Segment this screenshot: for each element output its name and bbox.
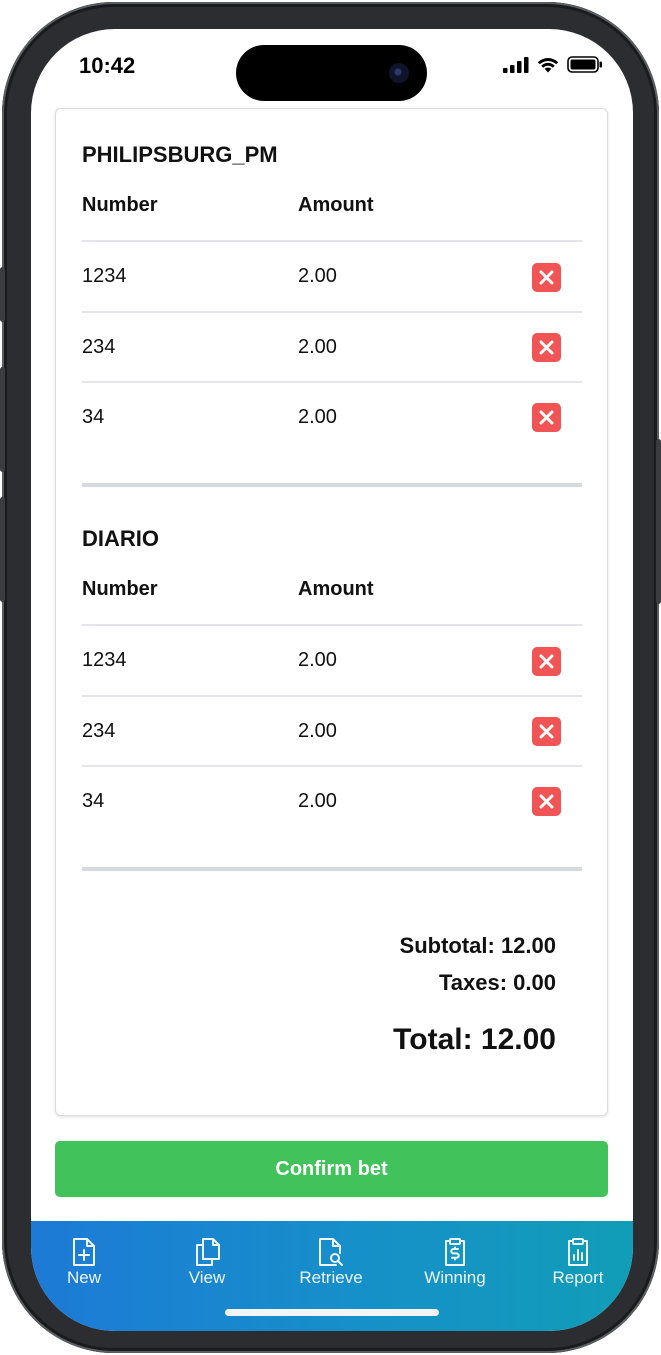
delete-row-button[interactable]: [532, 787, 561, 816]
taxes-text: Taxes: 0.00: [438, 970, 556, 995]
dollar-doc-icon: [445, 1238, 465, 1266]
delete-row-button[interactable]: [532, 263, 561, 292]
screen: 10:42 PHILIPSBURG_PM Number Amount 1234 …: [31, 29, 633, 1331]
row-divider: [82, 695, 582, 697]
row-divider: [82, 381, 582, 383]
volume-down-button: [0, 497, 5, 602]
section-divider: [82, 483, 582, 487]
column-header-number: Number: [82, 194, 158, 216]
battery-icon: [567, 56, 602, 73]
close-icon: [539, 410, 554, 425]
files-copy-icon: [196, 1238, 220, 1266]
close-icon: [539, 270, 554, 285]
header-divider: [82, 624, 582, 626]
phone-frame: 10:42 PHILIPSBURG_PM Number Amount 1234 …: [0, 2, 661, 1353]
row-amount: 2.00: [298, 406, 337, 428]
nav-label-report: Report: [552, 1268, 604, 1287]
nav-item-new[interactable]: New: [34, 1237, 134, 1288]
delete-row-button[interactable]: [532, 403, 561, 432]
row-number: 1234: [82, 265, 127, 287]
delete-row-button[interactable]: [532, 647, 561, 676]
section-title: DIARIO: [82, 526, 159, 551]
row-number: 1234: [82, 649, 127, 671]
nav-label-retrieve: Retrieve: [299, 1268, 363, 1287]
delete-row-button[interactable]: [532, 717, 561, 746]
row-number: 34: [82, 790, 105, 812]
file-search-icon: [319, 1238, 343, 1266]
column-header-amount: Amount: [298, 194, 374, 216]
row-divider: [82, 765, 582, 767]
header-divider: [82, 240, 582, 242]
row-amount: 2.00: [298, 649, 337, 671]
row-number: 34: [82, 406, 105, 428]
file-plus-icon: [73, 1238, 95, 1266]
dynamic-island: [236, 45, 427, 101]
home-indicator[interactable]: [225, 1309, 439, 1316]
total-text: Total: 12.00: [393, 1023, 556, 1056]
section-divider: [82, 867, 582, 871]
bottom-nav: New View Retrieve Winning Report: [31, 1221, 633, 1331]
row-amount: 2.00: [298, 336, 337, 358]
wifi-icon: [537, 57, 559, 72]
close-icon: [539, 794, 554, 809]
nav-item-retrieve[interactable]: Retrieve: [281, 1237, 381, 1288]
camera-icon: [389, 63, 409, 83]
cellular-signal-icon: [503, 56, 529, 73]
close-icon: [539, 724, 554, 739]
column-header-number: Number: [82, 578, 158, 600]
bet-summary-card: PHILIPSBURG_PM Number Amount 1234 2.00 2…: [55, 108, 608, 1116]
nav-label-winning: Winning: [424, 1268, 486, 1287]
nav-item-report[interactable]: Report: [528, 1237, 628, 1288]
power-button: [656, 439, 661, 604]
delete-row-button[interactable]: [532, 333, 561, 362]
nav-item-winning[interactable]: Winning: [405, 1237, 505, 1288]
section-title: PHILIPSBURG_PM: [82, 142, 278, 167]
close-icon: [539, 654, 554, 669]
row-amount: 2.00: [298, 265, 337, 287]
row-number: 234: [82, 720, 116, 742]
row-amount: 2.00: [298, 720, 337, 742]
row-divider: [82, 311, 582, 313]
volume-up-button: [0, 367, 5, 472]
confirm-bet-button[interactable]: Confirm bet: [55, 1141, 608, 1197]
nav-item-view[interactable]: View: [157, 1237, 257, 1288]
action-button: [0, 267, 5, 322]
row-amount: 2.00: [298, 790, 337, 812]
status-icons: [503, 56, 603, 73]
nav-label-view: View: [188, 1268, 226, 1287]
column-header-amount: Amount: [298, 578, 374, 600]
row-number: 234: [82, 336, 116, 358]
nav-label-new: New: [66, 1268, 101, 1287]
subtotal-text: Subtotal: 12.00: [399, 933, 556, 958]
clipboard-chart-icon: [568, 1238, 588, 1266]
close-icon: [539, 340, 554, 355]
status-time: 10:42: [79, 53, 136, 78]
